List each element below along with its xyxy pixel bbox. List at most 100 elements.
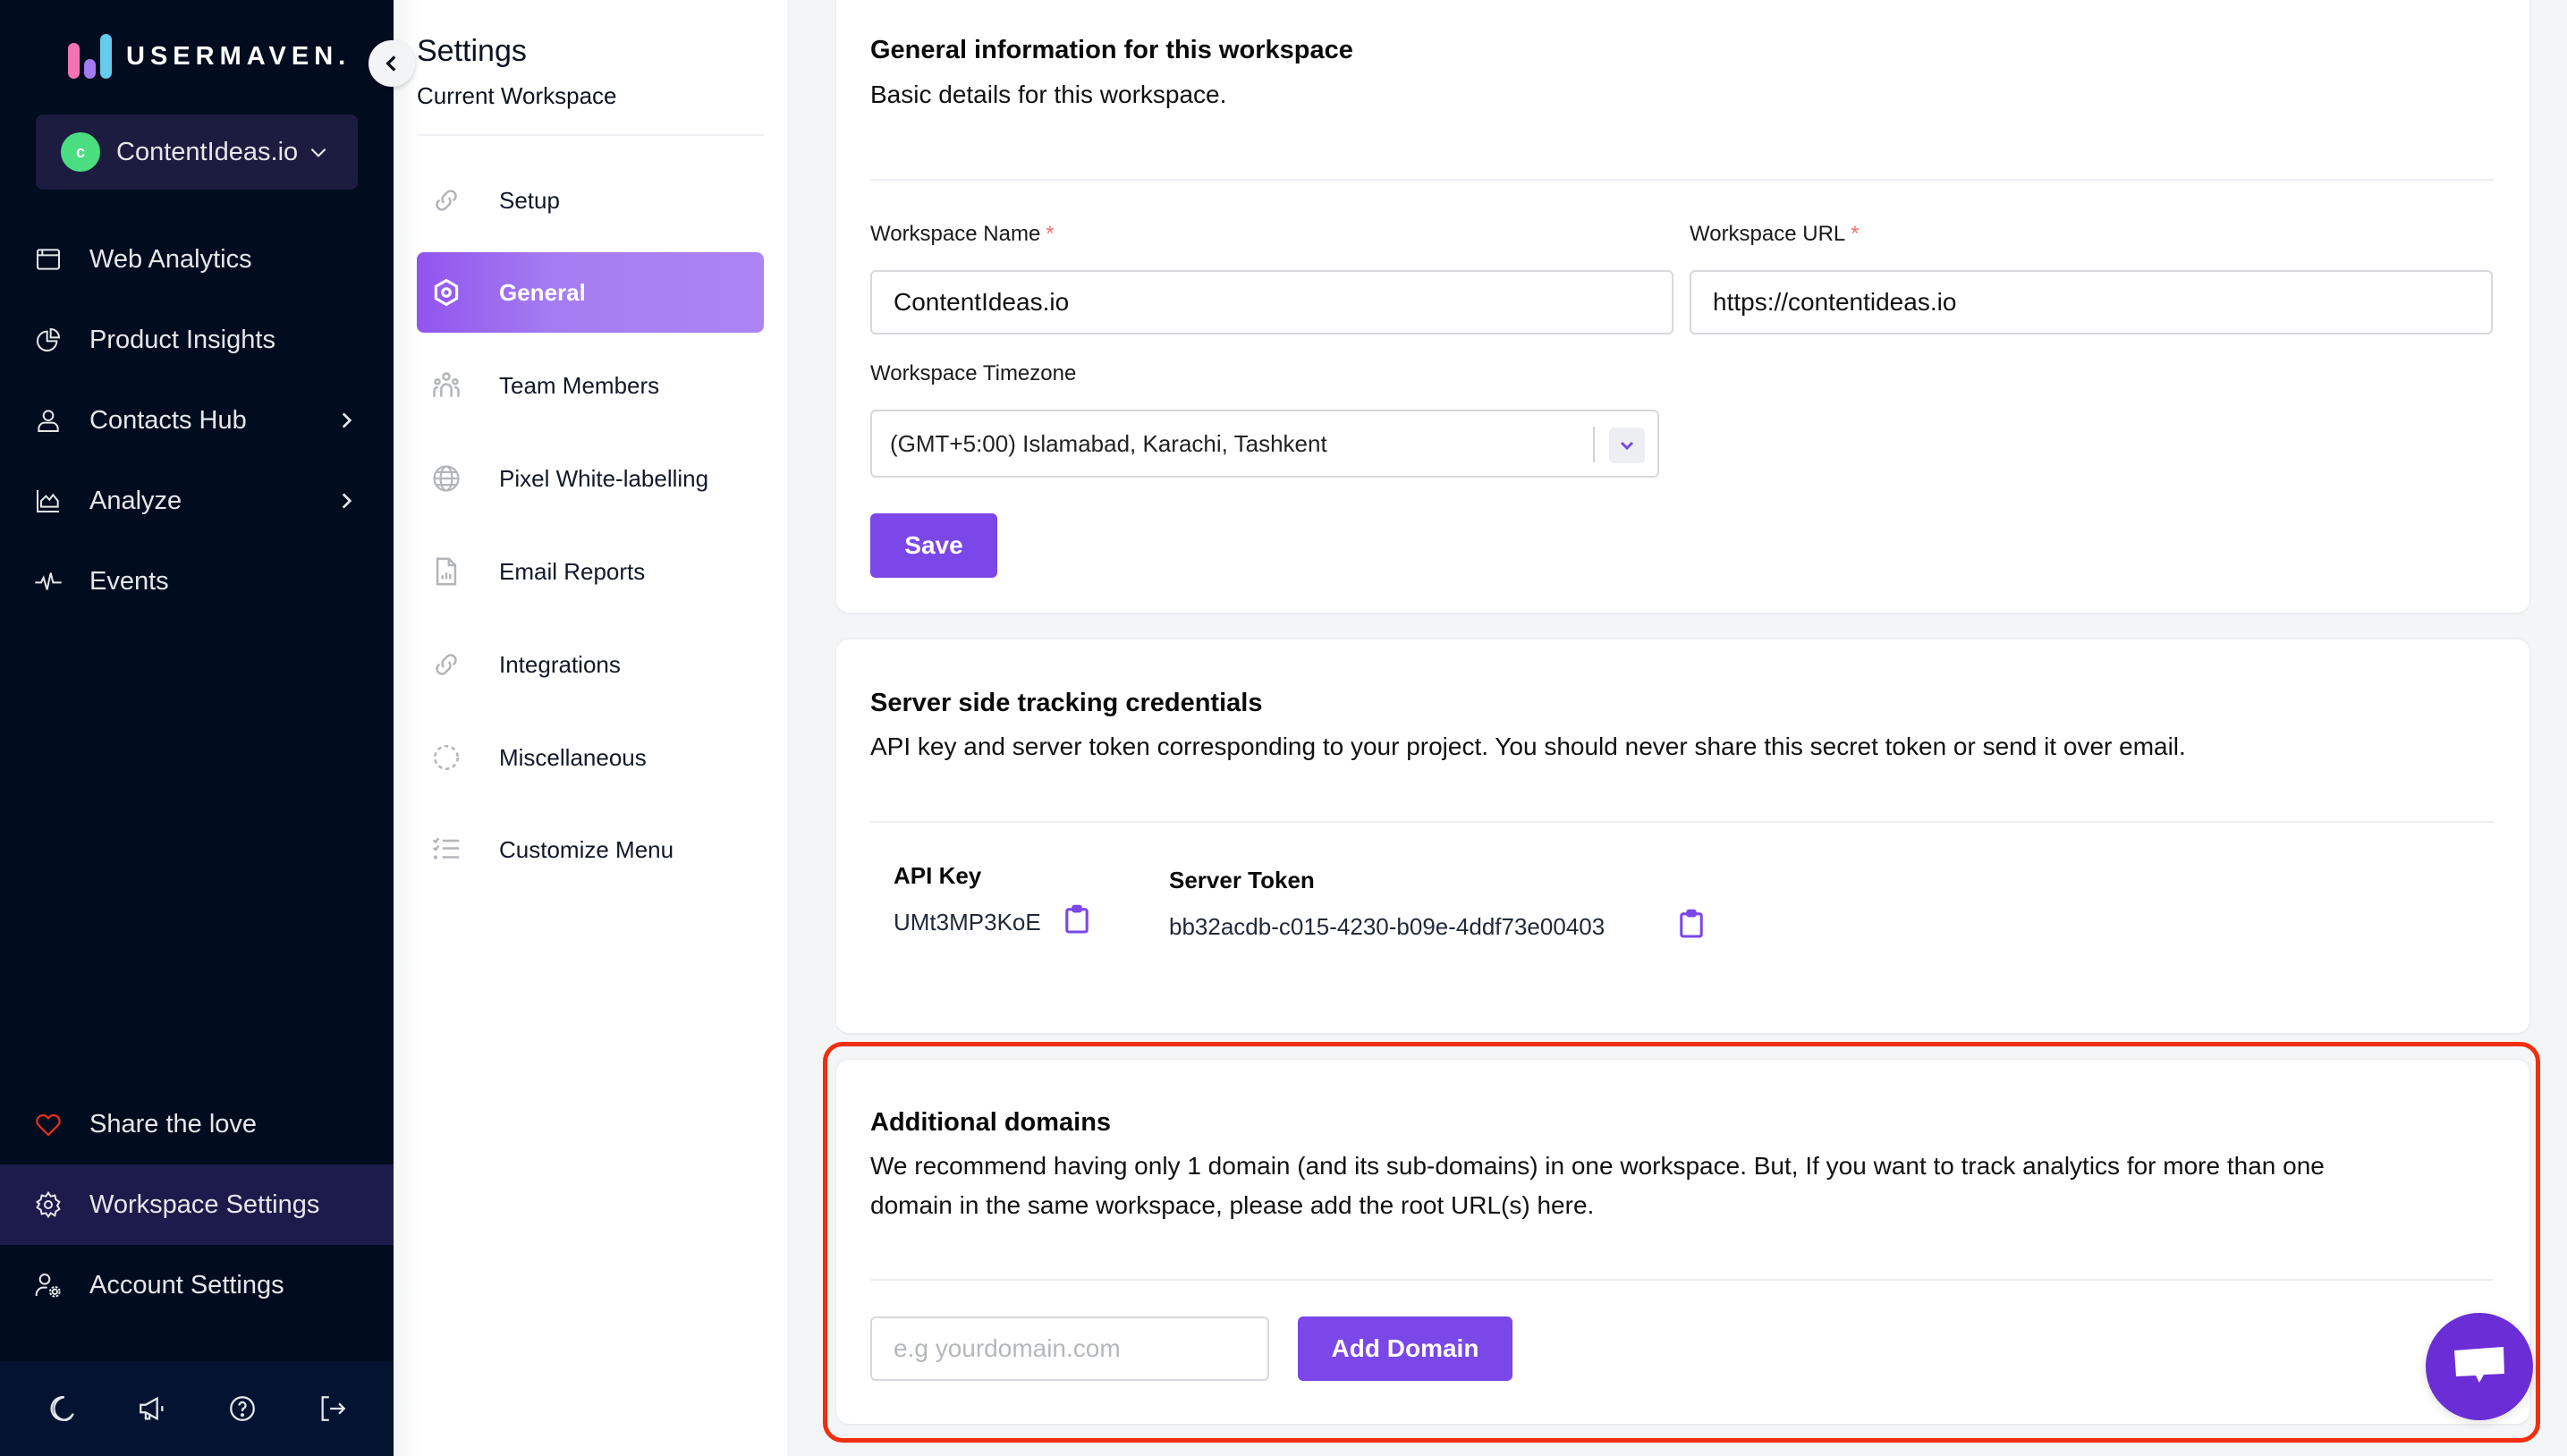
sidebar-item-events[interactable]: Events (0, 541, 394, 622)
api-key-value: UMt3MP3KoE (894, 909, 1041, 935)
select-separator (1593, 427, 1595, 462)
link-icon (431, 185, 462, 216)
card-description-line-1: We recommend having only 1 domain (and i… (870, 1152, 2325, 1180)
card-title: General information for this workspace (870, 36, 1353, 64)
settings-item-label: Customize Menu (499, 835, 674, 863)
hexagon-gear-icon (431, 277, 462, 308)
sidebar-item-account-settings[interactable]: Account Settings (0, 1245, 394, 1325)
workspace-name-input[interactable] (870, 270, 1673, 334)
checklist-icon (431, 834, 462, 865)
chevron-down-icon (1620, 441, 1634, 451)
card-title: Server side tracking credentials (870, 689, 1263, 717)
card-description: Basic details for this workspace. (870, 80, 1227, 108)
sidebar-item-share-the-love[interactable]: Share the love (0, 1084, 394, 1164)
workspace-name: ContentIdeas.io (116, 137, 299, 166)
workspace-url-input[interactable] (1690, 270, 2493, 334)
report-file-icon (431, 556, 462, 587)
settings-item-email-reports[interactable]: Email Reports (417, 531, 764, 612)
sidebar-item-label: Events (89, 566, 169, 596)
settings-item-label: General (499, 278, 586, 306)
workspace-timezone-label: Workspace Timezone (870, 361, 1077, 385)
divider (417, 134, 764, 136)
workspace-selector[interactable]: c ContentIdeas.io (36, 114, 358, 190)
chat-support-button[interactable] (2426, 1313, 2533, 1420)
sidebar-item-label: Account Settings (89, 1270, 284, 1299)
settings-subtitle: Current Workspace (417, 82, 617, 109)
area-chart-icon (34, 487, 63, 515)
settings-item-general[interactable]: General (417, 252, 764, 333)
logo-bars-icon (68, 34, 112, 79)
settings-nav: Settings Current Workspace Setup General… (394, 0, 787, 1456)
divider (870, 179, 2494, 181)
gear-icon (34, 1190, 63, 1219)
chevron-right-icon (342, 412, 352, 428)
server-token-value: bb32acdb-c015-4230-b09e-4ddf73e00403 (1169, 913, 1605, 940)
workspace-name-label: Workspace Name * (870, 222, 1055, 246)
settings-item-label: Setup (499, 186, 560, 214)
megaphone-icon[interactable] (137, 1393, 167, 1424)
main-sidebar: USERMAVEN. c ContentIdeas.io Web Analyti… (0, 0, 394, 1456)
brand-name: USERMAVEN. (126, 41, 352, 71)
settings-item-label: Integrations (499, 650, 621, 678)
settings-item-label: Pixel White-labelling (499, 464, 709, 492)
sidebar-item-label: Workspace Settings (89, 1189, 320, 1219)
server-credentials-card: Server side tracking credentials API key… (836, 639, 2529, 1033)
timezone-select[interactable]: (GMT+5:00) Islamabad, Karachi, Tashkent (870, 410, 1659, 478)
settings-item-label: Email Reports (499, 557, 646, 585)
api-key-label: API Key (894, 862, 982, 889)
sidebar-item-label: Product Insights (89, 325, 275, 354)
settings-item-team-members[interactable]: Team Members (417, 345, 764, 426)
sidebar-item-label: Web Analytics (89, 244, 252, 274)
globe-icon (431, 463, 462, 494)
copy-server-token-icon[interactable] (1679, 909, 1704, 939)
card-description-line-2: domain in the same workspace, please add… (870, 1191, 1595, 1219)
settings-item-integrations[interactable]: Integrations (417, 624, 764, 705)
workspace-avatar: c (61, 132, 100, 172)
save-button[interactable]: Save (870, 513, 997, 578)
sidebar-item-label: Contacts Hub (89, 405, 247, 435)
card-description: API key and server token corresponding t… (870, 732, 2186, 760)
help-icon[interactable] (227, 1393, 258, 1424)
settings-item-setup[interactable]: Setup (417, 160, 764, 241)
chevron-down-icon (310, 148, 326, 157)
additional-domains-card: Additional domains We recommend having o… (836, 1060, 2529, 1424)
chevron-right-icon (342, 493, 352, 509)
settings-item-miscellaneous[interactable]: Miscellaneous (417, 717, 764, 798)
chat-bubble-icon (2454, 1347, 2504, 1383)
sidebar-item-contacts-hub[interactable]: Contacts Hub (0, 380, 394, 461)
moon-icon[interactable] (47, 1393, 77, 1424)
settings-title: Settings (417, 34, 527, 68)
sidebar-item-label: Share the love (89, 1109, 258, 1139)
sidebar-footer (0, 1361, 394, 1456)
pulse-icon (34, 567, 63, 596)
add-domain-button[interactable]: Add Domain (1298, 1316, 1512, 1381)
user-icon (34, 406, 63, 435)
sidebar-item-workspace-settings[interactable]: Workspace Settings (0, 1164, 394, 1245)
server-token-label: Server Token (1169, 867, 1315, 893)
team-icon (431, 370, 462, 401)
pie-chart-icon (34, 326, 63, 354)
dropdown-toggle[interactable] (1609, 427, 1645, 463)
domain-input[interactable] (870, 1316, 1269, 1381)
logout-icon[interactable] (318, 1393, 348, 1424)
link-icon (431, 649, 462, 680)
heart-icon (34, 1110, 63, 1139)
settings-item-customize-menu[interactable]: Customize Menu (417, 809, 764, 890)
workspace-url-label: Workspace URL * (1690, 222, 1860, 246)
sidebar-item-product-insights[interactable]: Product Insights (0, 300, 394, 380)
settings-item-label: Team Members (499, 371, 660, 399)
timezone-selected-value: (GMT+5:00) Islamabad, Karachi, Tashkent (890, 429, 1327, 457)
settings-item-pixel-white-labelling[interactable]: Pixel White-labelling (417, 438, 764, 519)
dashed-circle-icon (431, 742, 462, 773)
settings-item-label: Miscellaneous (499, 743, 647, 771)
user-gear-icon (34, 1271, 63, 1299)
divider (870, 1279, 2494, 1281)
browser-window-icon (34, 245, 63, 274)
collapse-sidebar-button[interactable] (369, 40, 415, 87)
divider (870, 821, 2494, 823)
sidebar-item-analyze[interactable]: Analyze (0, 461, 394, 541)
card-title: Additional domains (870, 1108, 1112, 1137)
copy-api-key-icon[interactable] (1064, 904, 1089, 935)
brand-logo[interactable]: USERMAVEN. (68, 34, 351, 79)
sidebar-item-web-analytics[interactable]: Web Analytics (0, 219, 394, 300)
